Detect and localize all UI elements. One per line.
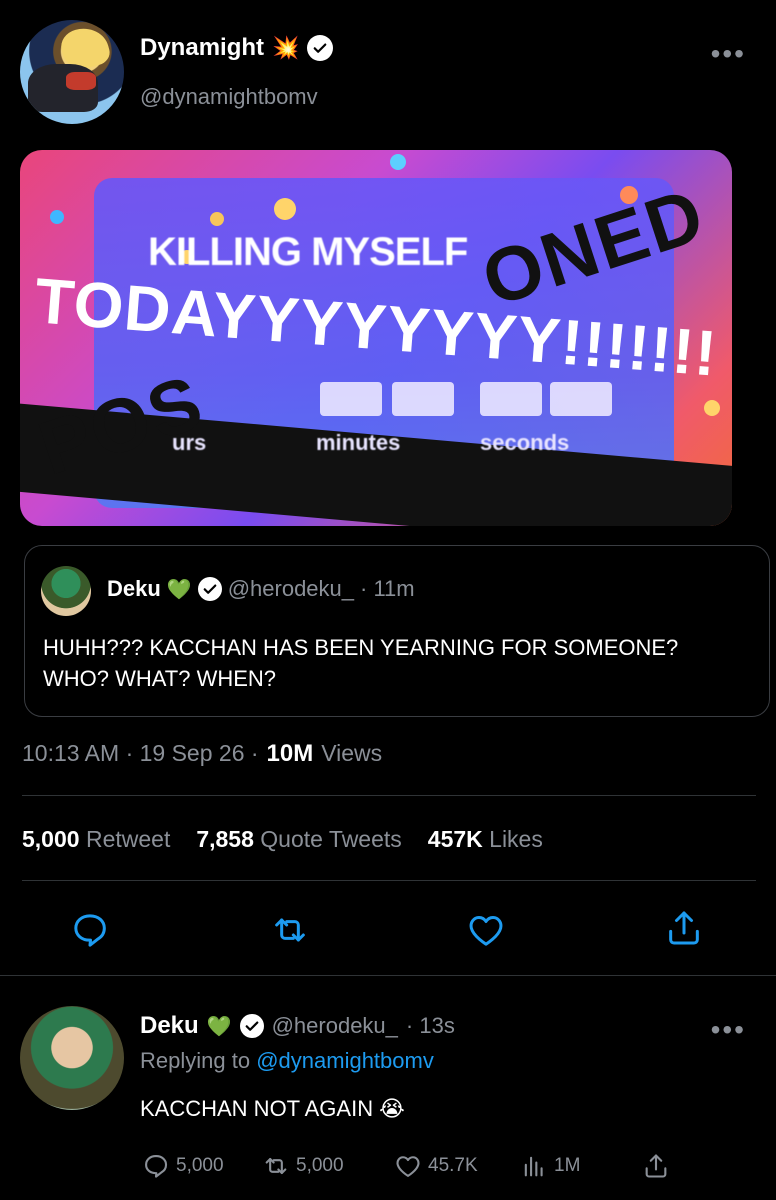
reply-reply-button[interactable]: 5,000 (142, 1152, 262, 1180)
share-icon (645, 1154, 667, 1178)
retweet-icon (265, 1157, 287, 1175)
reply-like-button[interactable]: 45.7K (394, 1152, 520, 1180)
reply-share-button[interactable] (642, 1152, 670, 1180)
reply-likes-count: 45.7K (428, 1155, 478, 1176)
green-heart-emoji: 💚 (166, 578, 192, 601)
like-icon[interactable] (466, 910, 506, 950)
reply-author-avatar[interactable] (20, 1006, 124, 1110)
author-name-row[interactable]: Dynamight 💥 (140, 34, 334, 62)
green-heart-emoji: 💚 (206, 1015, 232, 1038)
reply-retweet-button[interactable]: 5,000 (262, 1152, 394, 1180)
views-label: Views (321, 740, 383, 766)
quoted-time: · 11m (360, 576, 415, 601)
reply-views-button[interactable]: 1M (520, 1152, 642, 1180)
timer-label-hours: urs (172, 430, 207, 455)
reply-display-name[interactable]: Deku (140, 1012, 199, 1040)
tweet-timestamp[interactable]: 10:13 AM · 19 Sep 26 · (22, 740, 259, 767)
timer-label-seconds: seconds (480, 430, 570, 455)
reply-handle[interactable]: @herodeku_ (272, 1013, 398, 1039)
crying-emoji: 😭 (379, 1096, 405, 1121)
replying-to-mention[interactable]: @dynamightbomv (256, 1048, 434, 1073)
quoted-author-avatar[interactable] (41, 566, 91, 616)
reply-time: · 13s (405, 1013, 455, 1038)
author-display-name[interactable]: Dynamight (140, 34, 264, 62)
reply-retweets-count: 5,000 (296, 1155, 344, 1176)
reply-icon (145, 1155, 168, 1178)
likes-stat[interactable]: 457K Likes (428, 826, 543, 853)
analytics-icon (524, 1156, 543, 1177)
divider (0, 975, 776, 976)
reply-actions-row: 5,000 5,000 45.7K 1M (142, 1152, 670, 1180)
reply-views-count: 1M (554, 1155, 581, 1176)
more-options-icon[interactable]: ••• (711, 40, 746, 68)
explosion-emoji: 💥 (272, 35, 300, 60)
media-top-text: KILLING MYSELF (148, 230, 468, 274)
more-options-icon[interactable]: ••• (711, 1016, 746, 1044)
divider (22, 880, 756, 881)
views-count: 10M (266, 740, 314, 767)
reply-tweet-text: KACCHAN NOT AGAIN 😭 (140, 1096, 405, 1121)
author-avatar[interactable] (20, 20, 124, 124)
verified-badge-icon (307, 35, 334, 61)
retweets-stat[interactable]: 5,000 Retweet (22, 826, 170, 853)
like-icon (396, 1156, 420, 1177)
quoted-display-name[interactable]: Deku (107, 576, 161, 602)
author-handle[interactable]: @dynamightbomv (140, 84, 318, 110)
quoted-tweet[interactable]: Deku 💚 @herodeku_ · 11m HUHH??? KACCHAN … (24, 545, 770, 717)
verified-badge-icon (197, 577, 222, 601)
quote-tweets-stat[interactable]: 7,858 Quote Tweets (196, 826, 401, 853)
quoted-tweet-text: HUHH??? KACCHAN HAS BEEN YEARNING FOR SO… (43, 635, 679, 691)
share-icon[interactable] (664, 908, 704, 948)
replying-to-line: Replying to @dynamightbomv (140, 1048, 434, 1073)
timer-label-minutes: minutes (316, 430, 401, 455)
tweet-timestamp-row: 10:13 AM · 19 Sep 26 · 10M Views (22, 740, 382, 768)
reply-icon[interactable] (70, 910, 110, 950)
quoted-handle[interactable]: @herodeku_ (228, 576, 354, 602)
tweet-stats-row: 5,000 Retweet 7,858 Quote Tweets 457K Li… (22, 826, 543, 853)
reply-replies-count: 5,000 (176, 1155, 224, 1176)
divider (22, 795, 756, 796)
verified-badge-icon (239, 1014, 264, 1038)
tweet-media-image[interactable]: KILLING MYSELF ONED TODAYYYYYYYY!!!!!!! … (20, 150, 732, 526)
reply-name-row: Deku 💚 @herodeku_ · 13s (140, 1012, 455, 1040)
quoted-name-row: Deku 💚 @herodeku_ · 11m (107, 576, 415, 602)
retweet-icon[interactable] (270, 910, 310, 950)
